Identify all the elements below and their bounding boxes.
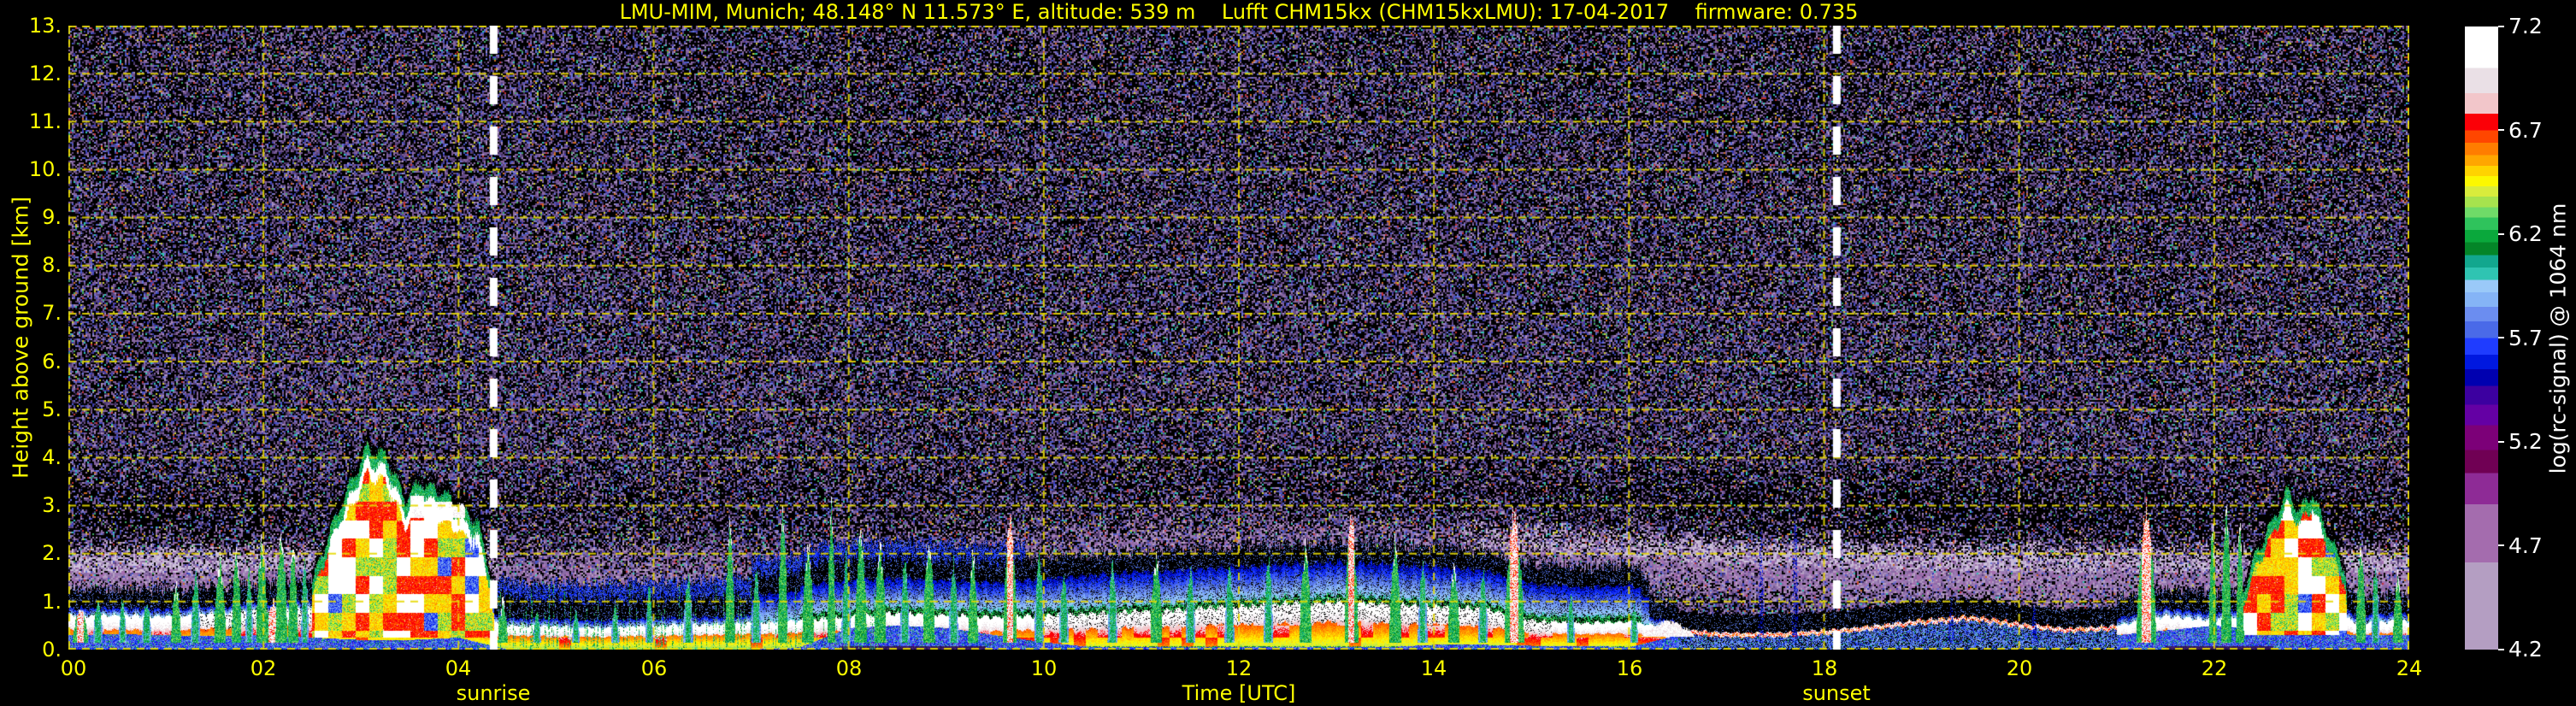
y-tick: 3. xyxy=(42,493,62,517)
y-tick: 6. xyxy=(42,350,62,374)
colorbar-tick: 6.7 xyxy=(2508,118,2543,143)
colorbar-tick: 4.2 xyxy=(2508,637,2543,662)
x-tick: 10 xyxy=(1030,656,1058,680)
y-tick: 11. xyxy=(28,109,62,133)
y-tick: 1. xyxy=(42,590,62,614)
y-tick: 2. xyxy=(42,541,62,565)
x-tick: 24 xyxy=(2396,656,2423,680)
ceilometer-quicklook: LMU-MIM, Munich; 48.148° N 11.573° E, al… xyxy=(0,0,2576,706)
sunrise-label: sunrise xyxy=(456,681,531,705)
x-tick: 08 xyxy=(835,656,863,680)
colorbar-tick: 7.2 xyxy=(2508,14,2543,38)
x-tick: 02 xyxy=(250,656,277,680)
x-tick: 18 xyxy=(1811,656,1838,680)
y-tick: 13. xyxy=(28,14,62,38)
y-tick: 9. xyxy=(42,205,62,229)
colorbar-tick-mark xyxy=(2498,26,2504,27)
x-tick: 20 xyxy=(2006,656,2033,680)
y-tick: 12. xyxy=(28,62,62,85)
x-tick: 22 xyxy=(2201,656,2228,680)
y-axis-label: Height above ground [km] xyxy=(8,197,33,479)
backscatter-heatmap-canvas xyxy=(68,26,2409,650)
colorbar-label: log(rc-signal) @ 1064 nm xyxy=(2545,203,2571,474)
x-tick: 04 xyxy=(445,656,472,680)
x-axis-label: Time [UTC] xyxy=(1182,681,1296,705)
x-tick: 00 xyxy=(60,656,87,680)
x-tick: 06 xyxy=(640,656,668,680)
colorbar xyxy=(2465,26,2498,650)
colorbar-tick-mark xyxy=(2498,544,2504,546)
y-tick: 10. xyxy=(28,157,62,181)
colorbar-tick-mark xyxy=(2498,649,2504,650)
y-tick: 8. xyxy=(42,253,62,277)
x-tick: 12 xyxy=(1225,656,1253,680)
colorbar-tick-mark xyxy=(2498,129,2504,131)
colorbar-tick-mark xyxy=(2498,337,2504,338)
colorbar-tick-mark xyxy=(2498,441,2504,443)
colorbar-tick: 4.7 xyxy=(2508,533,2543,558)
x-tick: 16 xyxy=(1616,656,1643,680)
y-tick: 5. xyxy=(42,397,62,421)
y-tick: 4. xyxy=(42,445,62,469)
y-tick: 7. xyxy=(42,301,62,325)
x-tick: 14 xyxy=(1420,656,1447,680)
colorbar-tick-mark xyxy=(2498,233,2504,235)
sunset-label: sunset xyxy=(1802,681,1871,705)
page-title: LMU-MIM, Munich; 48.148° N 11.573° E, al… xyxy=(619,0,1859,24)
